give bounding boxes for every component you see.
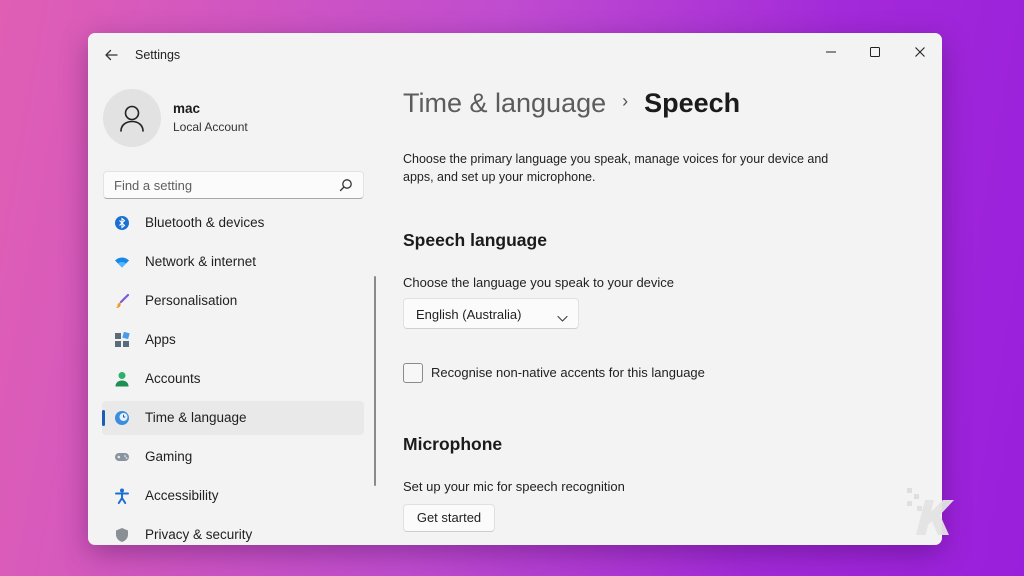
microphone-label: Set up your mic for speech recognition: [403, 479, 625, 494]
speech-language-heading: Speech language: [403, 230, 547, 250]
sidebar-item-gaming[interactable]: Gaming: [102, 440, 364, 474]
close-button[interactable]: [898, 38, 942, 66]
sidebar-item-network[interactable]: Network & internet: [102, 245, 364, 279]
sidebar-item-label: Privacy & security: [145, 527, 253, 542]
sidebar-item-label: Network & internet: [145, 254, 257, 269]
maximize-icon: [870, 47, 880, 57]
sidebar-item-accounts[interactable]: Accounts: [102, 362, 364, 396]
person-icon: [114, 371, 130, 387]
breadcrumb: Time & language › Speech: [403, 88, 740, 119]
brush-icon: [114, 293, 130, 309]
globe-clock-icon: [114, 410, 130, 426]
settings-window: Settings mac Local Account Find a settin…: [88, 33, 942, 545]
maximize-button[interactable]: [853, 38, 897, 66]
accessibility-icon: [114, 488, 130, 504]
sidebar-item-label: Accessibility: [145, 488, 219, 503]
sidebar-item-label: Bluetooth & devices: [145, 215, 265, 230]
chevron-right-icon: ›: [622, 91, 629, 111]
sidebar-item-privacy[interactable]: Privacy & security: [102, 518, 364, 545]
get-started-button[interactable]: Get started: [403, 504, 495, 532]
user-name: mac: [173, 101, 201, 116]
chevron-down-icon: [557, 310, 568, 322]
sidebar-item-label: Personalisation: [145, 293, 238, 308]
shield-icon: [114, 527, 130, 543]
person-icon: [120, 105, 144, 132]
sidebar-item-time-language[interactable]: Time & language: [102, 401, 364, 435]
search-input[interactable]: Find a setting: [103, 171, 364, 199]
non-native-accents-label[interactable]: Recognise non-native accents for this la…: [431, 365, 705, 380]
close-icon: [915, 47, 925, 57]
breadcrumb-parent[interactable]: Time & language: [403, 88, 606, 119]
sidebar-item-label: Gaming: [145, 449, 193, 464]
sidebar-scrollbar[interactable]: [374, 276, 376, 486]
sidebar-nav: Bluetooth & devices Network & internet P…: [102, 211, 366, 545]
sidebar-item-personalisation[interactable]: Personalisation: [102, 284, 364, 318]
back-arrow-icon[interactable]: [100, 44, 122, 66]
sidebar-item-bluetooth[interactable]: Bluetooth & devices: [102, 211, 364, 240]
brand-logo: [905, 486, 961, 540]
title-bar: Settings: [88, 33, 942, 77]
bluetooth-icon: [114, 215, 130, 231]
search-icon: [339, 178, 353, 192]
avatar: [103, 89, 161, 147]
minimize-button[interactable]: [809, 38, 853, 66]
sidebar-item-label: Time & language: [145, 410, 247, 425]
selection-indicator: [102, 410, 105, 426]
page-title: Speech: [644, 88, 741, 118]
microphone-heading: Microphone: [403, 434, 503, 454]
apps-icon: [114, 331, 130, 348]
sidebar-item-label: Apps: [145, 332, 176, 347]
page-description: Choose the primary language you speak, m…: [403, 152, 829, 184]
speech-language-label: Choose the language you speak to your de…: [403, 275, 675, 290]
app-title: Settings: [135, 48, 181, 62]
gamepad-icon: [114, 449, 130, 465]
speech-language-dropdown[interactable]: English (Australia): [403, 298, 579, 329]
non-native-accents-checkbox[interactable]: [403, 363, 423, 383]
dropdown-selected-value: English (Australia): [416, 307, 522, 322]
minimize-icon: [826, 51, 836, 53]
search-placeholder: Find a setting: [114, 178, 193, 193]
sidebar-item-apps[interactable]: Apps: [102, 323, 364, 357]
sidebar-item-label: Accounts: [145, 371, 201, 386]
account-type: Local Account: [173, 120, 248, 134]
sidebar-item-accessibility[interactable]: Accessibility: [102, 479, 364, 513]
wifi-icon: [114, 254, 130, 270]
